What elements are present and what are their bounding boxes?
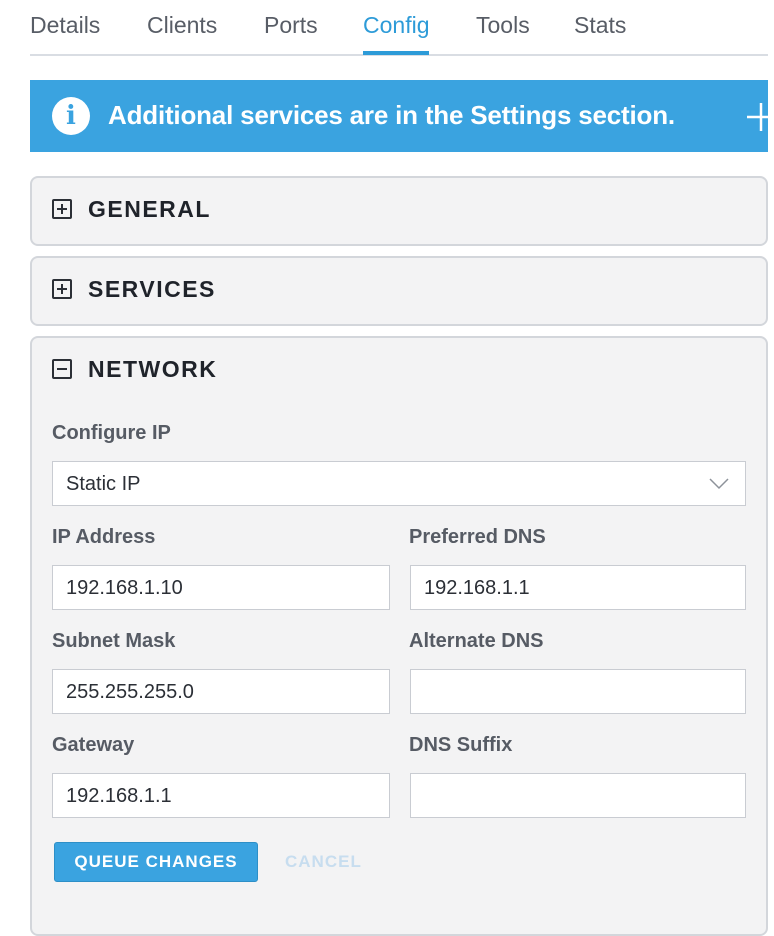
ip-address-input[interactable]: 192.168.1.10 [52,565,390,610]
panel-network: NETWORK Configure IP Static IP IP Addres… [30,336,768,936]
tab-clients[interactable]: Clients [147,12,217,39]
preferred-dns-label: Preferred DNS [409,526,546,548]
preferred-dns-input[interactable]: 192.168.1.1 [410,565,746,610]
subnet-mask-label: Subnet Mask [52,630,176,652]
gateway-input[interactable]: 192.168.1.1 [52,773,390,818]
info-icon: i [52,97,90,135]
chevron-down-icon [709,478,729,490]
alternate-dns-label: Alternate DNS [409,630,544,652]
configure-ip-value: Static IP [66,473,141,495]
cancel-button[interactable]: CANCEL [285,852,362,872]
banner-message: Additional services are in the Settings … [108,100,675,130]
queue-changes-button[interactable]: QUEUE CHANGES [54,842,258,882]
collapse-icon [52,359,72,379]
alternate-dns-input[interactable] [410,669,746,714]
tab-stats[interactable]: Stats [574,12,626,39]
panel-services: SERVICES [30,256,768,326]
panel-services-title: SERVICES [88,276,216,302]
dns-suffix-input[interactable] [410,773,746,818]
dns-suffix-label: DNS Suffix [409,734,513,756]
tab-ports[interactable]: Ports [264,12,318,39]
gateway-label: Gateway [52,734,135,756]
tab-tools[interactable]: Tools [476,12,530,39]
expand-icon [52,199,72,219]
panel-network-title: NETWORK [88,356,218,382]
info-banner: i Additional services are in the Setting… [30,80,774,152]
subnet-mask-input[interactable]: 255.255.255.0 [52,669,390,714]
tab-details[interactable]: Details [30,12,100,39]
tab-config[interactable]: Config [363,12,430,55]
tab-bar: Details Clients Ports Config Tools Stats [30,0,768,56]
configure-ip-select[interactable]: Static IP [52,461,746,506]
panel-general: GENERAL [30,176,768,246]
ip-address-label: IP Address [52,526,156,548]
configure-ip-label: Configure IP [52,422,171,444]
plus-icon[interactable] [746,102,774,132]
panel-general-title: GENERAL [88,196,211,222]
expand-icon [52,279,72,299]
